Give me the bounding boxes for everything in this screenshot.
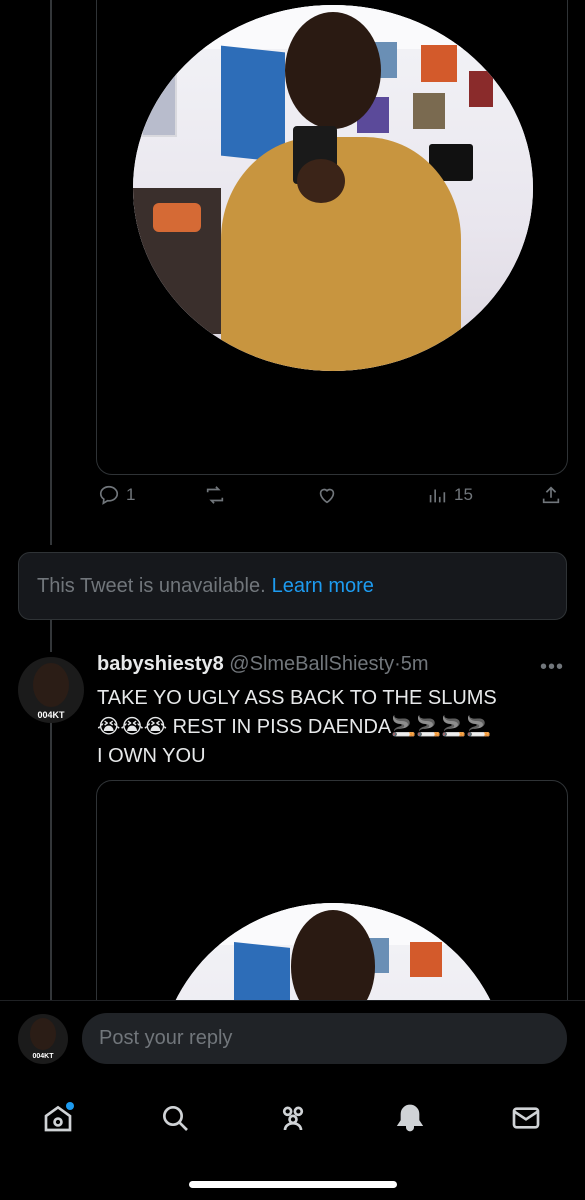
views-count: 15 <box>454 485 473 504</box>
share-action[interactable] <box>540 484 562 506</box>
current-user-avatar[interactable]: 004KT <box>18 1014 68 1064</box>
author-handle[interactable]: @SlmeBallShiesty <box>229 653 394 675</box>
avatar-tag-text: 004KT <box>32 1053 54 1060</box>
avatar-tag-text: 004KT <box>37 710 65 720</box>
retweet-action[interactable] <box>204 484 232 506</box>
search-icon <box>163 1106 188 1131</box>
header-separator: · <box>394 653 401 675</box>
views-action[interactable]: 15 <box>426 484 473 506</box>
share-icon <box>542 486 560 504</box>
tab-messages[interactable] <box>502 1094 550 1142</box>
tab-communities[interactable] <box>269 1094 317 1142</box>
author-display-name[interactable]: babyshiesty8 <box>97 653 224 675</box>
reply-action[interactable]: 1 <box>98 484 135 506</box>
notifications-icon <box>396 1104 424 1132</box>
more-options-icon[interactable]: ••• <box>540 656 564 679</box>
heart-icon <box>319 488 335 504</box>
unavailable-tweet-notice: This Tweet is unavailable. Learn more <box>18 552 567 620</box>
views-chart-icon <box>429 489 446 503</box>
tweet-media-card[interactable] <box>96 0 568 475</box>
tab-notifications[interactable] <box>386 1094 434 1142</box>
tweet-text-line: I OWN YOU <box>97 745 206 767</box>
thread-line-top <box>50 0 52 545</box>
learn-more-link[interactable]: Learn more <box>272 575 374 598</box>
thread-line-middle <box>50 620 52 652</box>
tweet-body: TAKE YO UGLY ASS BACK TO THE SLUMS 😭😭😭 R… <box>97 684 567 771</box>
reply-count: 1 <box>126 485 136 504</box>
notification-dot <box>66 1102 74 1110</box>
reply-icon <box>99 485 119 505</box>
tweet-action-row: 1 15 <box>96 484 568 518</box>
tab-search[interactable] <box>151 1094 199 1142</box>
like-action[interactable] <box>316 484 344 506</box>
unavailable-text: This Tweet is unavailable. <box>37 574 266 597</box>
profile-photo-image <box>133 5 533 371</box>
communities-icon <box>282 1106 304 1131</box>
home-indicator[interactable] <box>189 1181 397 1188</box>
retweet-icon <box>206 486 224 504</box>
tab-home[interactable] <box>34 1094 82 1142</box>
tweet-author-avatar[interactable]: 004KT <box>18 657 84 723</box>
tweet-text-line: 😭😭😭 REST IN PISS DAENDA🚬🚬🚬🚬 <box>97 716 491 738</box>
tweet-timestamp[interactable]: 5m <box>401 653 429 675</box>
thread-line-bottom <box>50 722 52 1002</box>
messages-icon <box>512 1107 540 1129</box>
tweet-text-line: TAKE YO UGLY ASS BACK TO THE SLUMS <box>97 687 497 709</box>
tweet-header: babyshiesty8 @SlmeBallShiesty·5m <box>97 653 567 676</box>
reply-input[interactable] <box>82 1013 567 1064</box>
